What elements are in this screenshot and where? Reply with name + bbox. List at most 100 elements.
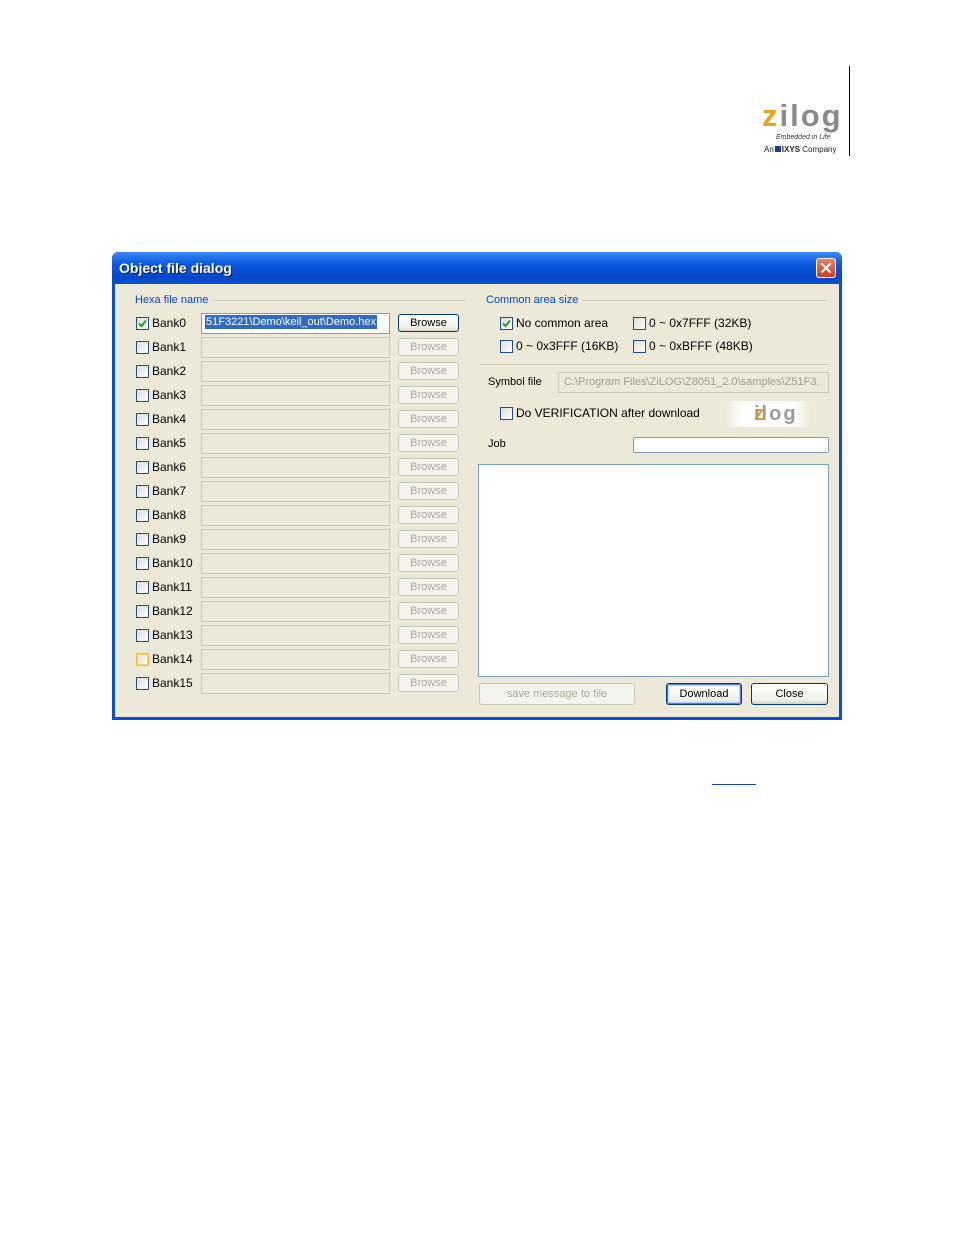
- save-message-button[interactable]: save message to file: [479, 683, 635, 705]
- close-button[interactable]: Close: [751, 683, 828, 705]
- bank-label: Bank4: [152, 412, 187, 426]
- bank-label: Bank13: [152, 628, 193, 642]
- download-button[interactable]: Download: [666, 683, 742, 705]
- bank-checkbox[interactable]: [136, 389, 149, 402]
- bank-checkbox[interactable]: [136, 653, 149, 666]
- zilog-page-logo: zilog Embedded in Life An IXYS Company: [756, 100, 846, 158]
- bank-file-field[interactable]: [201, 649, 390, 670]
- bank-checkbox[interactable]: [136, 509, 149, 522]
- bank-file-field[interactable]: [201, 601, 390, 622]
- bank-checkbox[interactable]: [136, 413, 149, 426]
- bank-checkbox[interactable]: [136, 485, 149, 498]
- bank-file-field[interactable]: [201, 361, 390, 382]
- bank-checkbox[interactable]: [136, 317, 149, 330]
- bank-label: Bank6: [152, 460, 187, 474]
- object-file-dialog: Object file dialog Hexa file name Bank0 5…: [112, 252, 842, 720]
- common-area-label: No common area: [516, 316, 609, 330]
- bank-checkbox[interactable]: [136, 557, 149, 570]
- bank-checkbox[interactable]: [136, 533, 149, 546]
- bank-label: Bank15: [152, 676, 193, 690]
- browse-button[interactable]: Browse: [398, 314, 459, 332]
- bank-label: Bank8: [152, 508, 187, 522]
- bank-checkbox[interactable]: [136, 605, 149, 618]
- bank-label: Bank3: [152, 388, 187, 402]
- dialog-title: Object file dialog: [119, 260, 232, 276]
- common-group-label: Common area size: [486, 294, 583, 306]
- common-area-label: 0 ~ 0x7FFF (32KB): [649, 316, 752, 330]
- browse-button[interactable]: Browse: [398, 338, 459, 356]
- bank-checkbox[interactable]: [136, 629, 149, 642]
- bank-label: Bank14: [152, 652, 193, 666]
- bank-checkbox[interactable]: [136, 437, 149, 450]
- bank-checkbox[interactable]: [136, 365, 149, 378]
- zilog-dialog-logo: z ilog: [726, 401, 810, 427]
- bank-file-field[interactable]: [201, 481, 390, 502]
- common-area-checkbox[interactable]: [500, 317, 513, 330]
- common-group-separator: [480, 364, 829, 365]
- common-area-checkbox[interactable]: [500, 340, 513, 353]
- bank-label: Bank9: [152, 532, 187, 546]
- bank-file-field[interactable]: [201, 337, 390, 358]
- bank-file-field[interactable]: [201, 409, 390, 430]
- browse-button[interactable]: Browse: [398, 674, 459, 692]
- browse-button[interactable]: Browse: [398, 506, 459, 524]
- bank-file-field[interactable]: [201, 433, 390, 454]
- header-divider: [849, 66, 850, 156]
- browse-button[interactable]: Browse: [398, 578, 459, 596]
- bank-file-field[interactable]: [201, 457, 390, 478]
- bank-file-field[interactable]: [201, 673, 390, 694]
- bank-file-field[interactable]: [201, 529, 390, 550]
- bank-file-field[interactable]: [201, 625, 390, 646]
- job-progress-bar: [633, 437, 829, 453]
- bank-file-field[interactable]: 51F3221\Demo\keil_out\Demo.hex: [201, 313, 390, 334]
- browse-button[interactable]: Browse: [398, 650, 459, 668]
- bank-label: Bank0: [152, 316, 187, 330]
- bank-label: Bank5: [152, 436, 187, 450]
- bank-label: Bank7: [152, 484, 187, 498]
- hyperlink-underline[interactable]: [712, 784, 756, 785]
- bank-file-field[interactable]: [201, 385, 390, 406]
- bank-checkbox[interactable]: [136, 677, 149, 690]
- browse-button[interactable]: Browse: [398, 434, 459, 452]
- message-log[interactable]: [478, 464, 829, 677]
- browse-button[interactable]: Browse: [398, 386, 459, 404]
- bank-file-field[interactable]: [201, 577, 390, 598]
- close-icon: [821, 263, 831, 273]
- bank-label: Bank11: [152, 580, 192, 594]
- bank-checkbox[interactable]: [136, 341, 149, 354]
- browse-button[interactable]: Browse: [398, 458, 459, 476]
- common-area-label: 0 ~ 0x3FFF (16KB): [516, 339, 619, 353]
- bank-label: Bank12: [152, 604, 193, 618]
- browse-button[interactable]: Browse: [398, 602, 459, 620]
- browse-button[interactable]: Browse: [398, 626, 459, 644]
- browse-button[interactable]: Browse: [398, 554, 459, 572]
- dialog-titlebar[interactable]: Object file dialog: [112, 252, 842, 284]
- bank-file-field[interactable]: [201, 553, 390, 574]
- checkmark-icon: [502, 319, 511, 328]
- bank-checkbox[interactable]: [136, 581, 149, 594]
- verification-label: Do VERIFICATION after download: [516, 406, 700, 420]
- bank-checkbox[interactable]: [136, 461, 149, 474]
- bank-label: Bank10: [152, 556, 193, 570]
- common-area-checkbox[interactable]: [633, 340, 646, 353]
- logo-wordmark: zilog: [762, 98, 843, 133]
- hexa-group-label: Hexa file name: [135, 294, 213, 306]
- bank-label: Bank2: [152, 364, 187, 378]
- bank-file-field[interactable]: [201, 505, 390, 526]
- browse-button[interactable]: Browse: [398, 410, 459, 428]
- logo-company: An IXYS Company: [764, 145, 837, 154]
- common-area-checkbox[interactable]: [633, 317, 646, 330]
- bank-file-path: 51F3221\Demo\keil_out\Demo.hex: [205, 315, 377, 329]
- logo-tagline: Embedded in Life: [776, 134, 831, 141]
- browse-button[interactable]: Browse: [398, 362, 459, 380]
- bank-label: Bank1: [152, 340, 187, 354]
- symbol-file-label: Symbol file: [488, 376, 542, 388]
- checkmark-icon: [138, 319, 147, 328]
- browse-button[interactable]: Browse: [398, 530, 459, 548]
- browse-button[interactable]: Browse: [398, 482, 459, 500]
- verification-checkbox[interactable]: [500, 407, 513, 420]
- dialog-client: Hexa file name Bank0 51F3221\Demo\keil_ou…: [115, 284, 839, 717]
- symbol-file-field[interactable]: C:\Program Files\ZiLOG\Z8051_2.0\samples…: [558, 372, 829, 393]
- close-window-button[interactable]: [816, 258, 836, 278]
- job-label: Job: [488, 438, 506, 450]
